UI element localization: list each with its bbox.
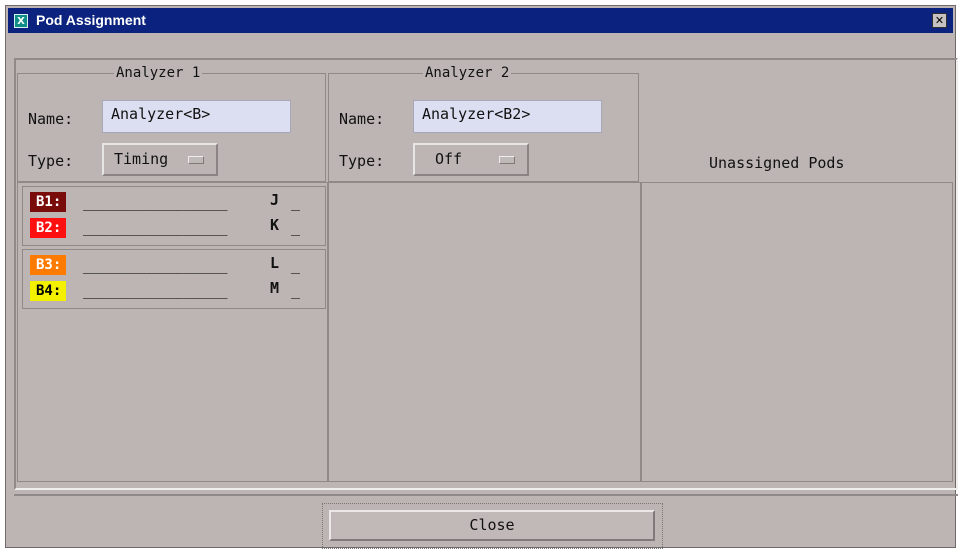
window-close-icon[interactable]: ✕ bbox=[932, 13, 947, 28]
analyzer-2-pod-column bbox=[328, 182, 641, 482]
pod-b4-trailing: _ bbox=[291, 281, 301, 299]
analyzer-2-type-label: Type: bbox=[339, 152, 385, 170]
pod-group-2: B3: ________________ L _ B4: ___________… bbox=[22, 249, 326, 309]
pod-b1[interactable]: B1: bbox=[30, 192, 67, 212]
analyzer-2-panel: Analyzer 2 Name: Analyzer<B2> Type: Off bbox=[328, 65, 639, 182]
pod-b3-letter: L bbox=[270, 254, 280, 272]
option-menu-indicator-icon bbox=[188, 156, 204, 164]
pod-b2-letter: K bbox=[270, 216, 280, 234]
pod-b4[interactable]: B4: bbox=[30, 281, 67, 301]
analyzer-2-name-label: Name: bbox=[339, 110, 385, 128]
analyzer-1-type-label: Type: bbox=[28, 152, 74, 170]
pod-b1-trailing: _ bbox=[291, 193, 301, 211]
pod-b3-line: ________________ bbox=[83, 256, 228, 274]
unassigned-pod-column bbox=[641, 182, 953, 482]
analyzer-1-title: Analyzer 1 bbox=[114, 65, 203, 81]
window-icon: X bbox=[14, 14, 28, 28]
pod-b3[interactable]: B3: bbox=[30, 255, 67, 275]
pod-b4-line: ________________ bbox=[83, 281, 228, 299]
analyzer-1-name-label: Name: bbox=[28, 110, 74, 128]
title-bar[interactable]: X Pod Assignment ✕ bbox=[8, 8, 953, 33]
pod-b2-trailing: _ bbox=[291, 218, 301, 236]
analyzer-2-type-value: Off bbox=[435, 150, 463, 168]
analyzer-1-pod-column: B1: ________________ J _ B2: ___________… bbox=[17, 182, 328, 482]
analyzer-1-type-button[interactable]: Timing bbox=[102, 143, 218, 176]
pod-assignment-window: X Pod Assignment ✕ Analyzer 1 Name: Anal… bbox=[5, 5, 958, 549]
pod-b1-letter: J bbox=[270, 191, 280, 209]
pod-b2-line: ________________ bbox=[83, 218, 228, 236]
close-button[interactable]: Close bbox=[329, 510, 655, 541]
analyzer-2-name-input[interactable]: Analyzer<B2> bbox=[413, 100, 602, 133]
pod-group-1: B1: ________________ J _ B2: ___________… bbox=[22, 186, 326, 246]
pod-b3-trailing: _ bbox=[291, 256, 301, 274]
footer-separator bbox=[14, 494, 958, 496]
analyzer-2-title: Analyzer 2 bbox=[423, 65, 512, 81]
option-menu-indicator-icon bbox=[499, 156, 515, 164]
analyzer-1-panel: Analyzer 1 Name: Analyzer<B> Type: Timin… bbox=[17, 65, 326, 182]
window-title: Pod Assignment bbox=[36, 12, 146, 28]
unassigned-pods-title: Unassigned Pods bbox=[709, 154, 845, 172]
analyzer-1-name-input[interactable]: Analyzer<B> bbox=[102, 100, 291, 133]
analyzer-1-type-value: Timing bbox=[114, 150, 169, 168]
pod-b4-letter: M bbox=[270, 279, 280, 297]
pod-b2[interactable]: B2: bbox=[30, 218, 67, 238]
pod-b1-line: ________________ bbox=[83, 193, 228, 211]
analyzer-2-type-button[interactable]: Off bbox=[413, 143, 529, 176]
